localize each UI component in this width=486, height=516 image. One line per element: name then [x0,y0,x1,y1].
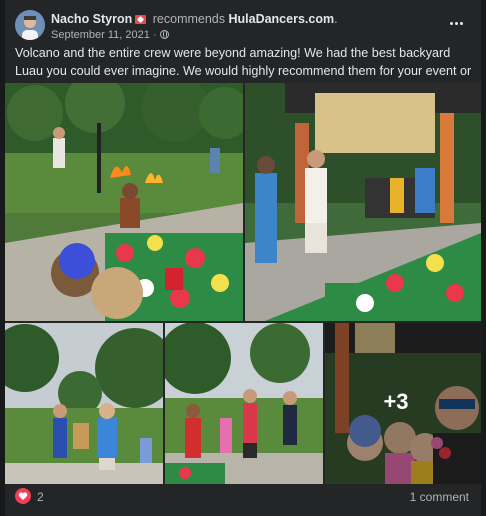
action-text: recommends [152,12,225,26]
post-card: Nacho Styron recommends HulaDancers.com.… [5,0,481,516]
post-date[interactable]: September 11, 2021 [51,29,150,41]
photo-ukulele-player[interactable] [245,83,481,321]
comments-link[interactable]: 1 comment [410,490,469,504]
author-name[interactable]: Nacho Styron [51,12,132,26]
more-photos-count: +3 [383,389,409,414]
reaction-bar: 2 1 comment [15,487,471,509]
post-title-line: Nacho Styron recommends HulaDancers.com. [51,12,338,26]
photo-selfie-more[interactable]: +3 [325,323,481,484]
page-suffix: . [334,12,338,26]
heart-icon[interactable] [15,488,31,504]
photo-grid: +3 [5,83,481,484]
recommend-flag-icon [135,15,147,24]
dot-icon [454,21,458,25]
photo-dancers-lawn[interactable] [5,323,163,484]
dot-icon [449,21,453,25]
more-options-button[interactable] [445,14,467,32]
dot-icon [459,21,463,25]
photo-dance-line[interactable] [165,323,323,484]
post-header: Nacho Styron recommends HulaDancers.com.… [15,8,471,42]
date-separator: · [152,29,157,41]
page-name[interactable]: HulaDancers.com [228,12,334,26]
avatar[interactable] [15,10,45,40]
more-photos-overlay[interactable]: +3 [325,323,481,484]
post-meta: September 11, 2021 · [51,29,169,41]
globe-icon [159,30,169,39]
photo-fire-dancer[interactable] [5,83,243,321]
reaction-count[interactable]: 2 [37,490,44,504]
